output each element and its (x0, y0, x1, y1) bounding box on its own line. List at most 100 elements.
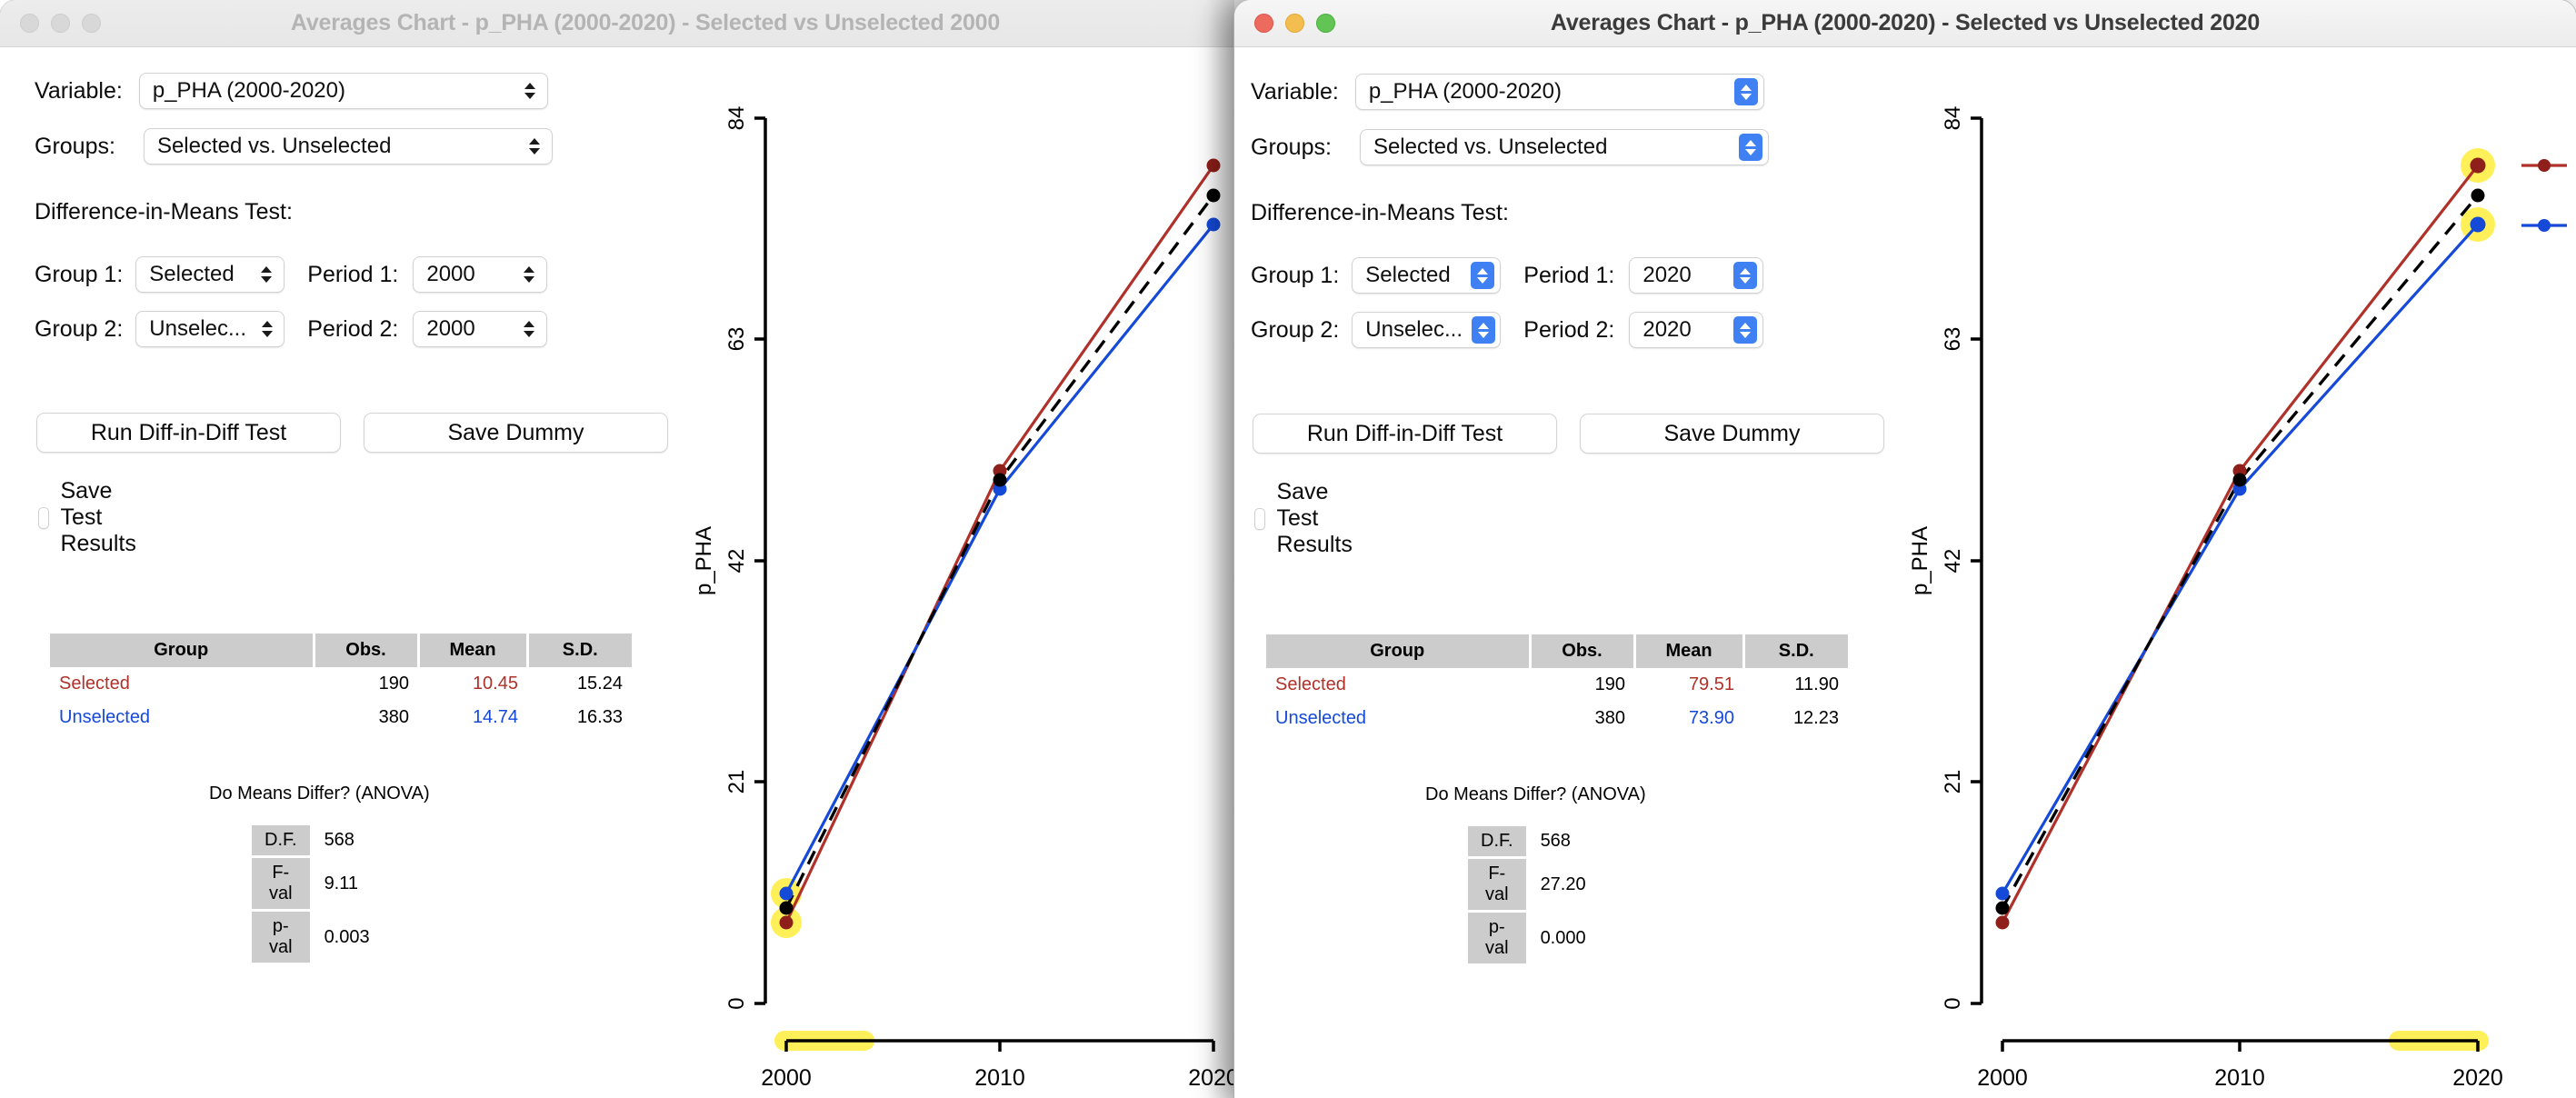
chevron-updown-icon[interactable] (255, 261, 278, 288)
svg-text:0: 0 (724, 997, 749, 1009)
window-title-left: Averages Chart - p_PHA (2000-2020) - Sel… (290, 10, 1001, 35)
svg-text:63: 63 (724, 327, 749, 352)
svg-text:2010: 2010 (974, 1065, 1025, 1091)
svg-text:2000: 2000 (1977, 1065, 2028, 1091)
group2-select[interactable]: Unselec... (135, 311, 285, 347)
save-dummy-label: Save Dummy (1663, 420, 1801, 446)
period2-label: Period 2: (1523, 316, 1615, 343)
chevron-updown-icon[interactable] (1733, 78, 1758, 105)
th-sd: S.D. (527, 634, 632, 667)
groups-select[interactable]: Selected vs. Unselected (1359, 129, 1769, 165)
anova-table-right: D.F. 568 F-val 27.20 p-val 0.000 (1468, 824, 1601, 966)
anova-value: 0.003 (324, 926, 370, 947)
minimize-icon[interactable] (1285, 14, 1304, 33)
group1-select[interactable]: Selected (1352, 257, 1502, 294)
titlebar-left[interactable]: Averages Chart - p_PHA (2000-2020) - Sel… (0, 0, 1291, 47)
save-test-results-row-left[interactable]: Save Test Results (38, 478, 146, 557)
anova-row: p-val 0.003 (252, 912, 384, 963)
period1-select[interactable]: 2020 (1629, 257, 1764, 294)
table-header-row: Group Obs. Mean S.D. (1266, 634, 1848, 668)
svg-text:21: 21 (724, 770, 749, 794)
save-test-results-checkbox[interactable] (1254, 507, 1266, 530)
svg-text:2020: 2020 (2452, 1065, 2503, 1091)
period2-select[interactable]: 2020 (1629, 312, 1764, 348)
run-diff-in-diff-button[interactable]: Run Diff-in-Diff Test (36, 413, 341, 453)
anova-key: D.F. (1468, 826, 1526, 856)
period2-label: Period 2: (307, 315, 399, 342)
variable-select[interactable]: p_PHA (2000-2020) (138, 73, 548, 109)
th-obs: Obs. (1530, 634, 1636, 668)
chevron-updown-icon[interactable] (1471, 262, 1495, 289)
group2-select-value: Unselec... (1365, 317, 1463, 342)
chevron-updown-icon[interactable] (517, 261, 541, 288)
anova-row: D.F. 568 (1468, 826, 1601, 856)
variable-select[interactable]: p_PHA (2000-2020) (1354, 74, 1764, 110)
anova-value: 0.000 (1540, 927, 1586, 948)
group1-row-left: Group 1: Selected Period 1: 2000 (35, 256, 548, 293)
group1-select[interactable]: Selected (135, 256, 285, 293)
anova-value: 9.11 (324, 873, 359, 893)
anova-title-right: Do Means Differ? (ANOVA) (1425, 784, 1646, 804)
desktop-root: Averages Chart - p_PHA (2000-2020) - Sel… (0, 0, 2576, 1098)
window-left[interactable]: Averages Chart - p_PHA (2000-2020) - Sel… (0, 0, 1291, 1098)
cell-group: Selected (1266, 668, 1530, 702)
chart-svg-right: 84 63 42 21 0 p_PHA 2000 2010 2020 (1908, 106, 2567, 1091)
svg-text:84: 84 (724, 106, 749, 131)
svg-text:0: 0 (1941, 997, 1965, 1009)
cell-group: Selected (50, 667, 314, 701)
zoom-icon[interactable] (1316, 14, 1335, 33)
anova-table-left: D.F. 568 F-val 9.11 p-val 0.003 (252, 823, 384, 965)
cell-mean: 73.90 (1634, 702, 1743, 735)
run-diff-in-diff-button[interactable]: Run Diff-in-Diff Test (1253, 414, 1557, 454)
groups-select[interactable]: Selected vs. Unselected (143, 128, 553, 165)
save-dummy-label: Save Dummy (447, 419, 584, 445)
period1-select[interactable]: 2000 (413, 256, 548, 293)
save-test-results-checkbox[interactable] (38, 506, 50, 529)
chevron-updown-icon[interactable] (523, 133, 546, 160)
period2-select[interactable]: 2000 (413, 311, 548, 347)
minimize-icon[interactable] (51, 14, 70, 33)
variable-label: Variable: (35, 77, 123, 104)
th-obs: Obs. (314, 634, 420, 667)
cell-mean: 14.74 (418, 701, 527, 734)
window-right[interactable]: Averages Chart - p_PHA (2000-2020) - Sel… (1234, 0, 2576, 1098)
averages-chart-left: 84 63 42 21 0 p_PHA 2000 2010 2020 (691, 47, 1291, 1098)
traffic-lights-left[interactable] (20, 14, 101, 33)
svg-text:84: 84 (1941, 106, 1965, 131)
zoom-icon[interactable] (82, 14, 101, 33)
chevron-updown-icon[interactable] (517, 315, 541, 343)
period2-select-value: 2000 (426, 316, 475, 341)
cell-sd: 12.23 (1743, 702, 1848, 735)
section-label: Difference-in-Means Test: (35, 199, 293, 225)
period2-select-value: 2020 (1642, 317, 1692, 342)
chevron-updown-icon[interactable] (1733, 262, 1758, 289)
group1-select-value: Selected (1365, 263, 1451, 287)
window-title-right: Averages Chart - p_PHA (2000-2020) - Sel… (1550, 10, 2261, 35)
chevron-updown-icon[interactable] (255, 315, 279, 343)
th-group: Group (1266, 634, 1532, 668)
cell-mean: 79.51 (1634, 668, 1743, 702)
cell-group: Unselected (1266, 702, 1530, 735)
group2-label: Group 2: (35, 315, 124, 342)
chevron-updown-icon[interactable] (1738, 134, 1762, 161)
save-dummy-button[interactable]: Save Dummy (1580, 414, 1884, 454)
group1-label: Group 1: (1251, 262, 1340, 288)
save-test-results-label: Save Test Results (1276, 479, 1353, 557)
anova-row: D.F. 568 (252, 825, 384, 855)
group2-select[interactable]: Unselec... (1352, 312, 1502, 348)
chevron-updown-icon[interactable] (518, 77, 542, 105)
chevron-updown-icon[interactable] (1733, 316, 1758, 344)
save-dummy-button[interactable]: Save Dummy (364, 413, 668, 453)
groups-label: Groups: (35, 133, 115, 159)
close-icon[interactable] (1254, 14, 1273, 33)
traffic-lights-right[interactable] (1254, 14, 1335, 33)
close-icon[interactable] (20, 14, 39, 33)
th-group: Group (50, 634, 315, 667)
save-test-results-row-right[interactable]: Save Test Results (1254, 479, 1363, 558)
anova-key: p-val (1468, 913, 1526, 963)
table-row: Unselected 380 14.74 16.33 (50, 701, 632, 734)
chevron-updown-icon[interactable] (1472, 316, 1495, 344)
titlebar-right[interactable]: Averages Chart - p_PHA (2000-2020) - Sel… (1234, 0, 2576, 47)
groups-select-value: Selected vs. Unselected (1373, 135, 1608, 159)
anova-value: 27.20 (1540, 873, 1586, 894)
